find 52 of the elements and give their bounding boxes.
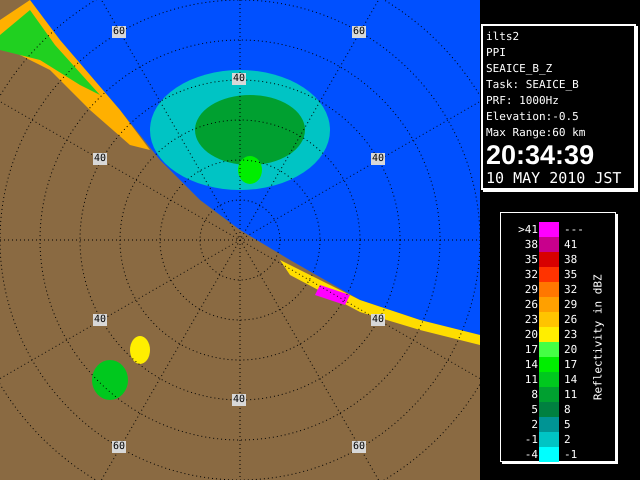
range-label: 40: [93, 314, 108, 326]
legend-low-value: 17: [524, 342, 539, 357]
legend-low-value: 29: [524, 282, 539, 297]
legend-high-value: 20: [563, 342, 578, 357]
range-label: 40: [371, 153, 386, 165]
legend-low-value: 20: [524, 327, 539, 342]
legend-high-value: 11: [563, 387, 578, 402]
legend-low-value: 5: [530, 402, 539, 417]
legend-high-value: 26: [563, 312, 578, 327]
range-label: 40: [371, 314, 386, 326]
legend-low-value: -4: [524, 447, 539, 462]
range-label: 40: [93, 153, 108, 165]
range-label: 60: [352, 26, 366, 38]
info-text: ilts2: [486, 29, 520, 45]
legend-low-value: 38: [524, 237, 539, 252]
legend-high-value: 32: [563, 282, 578, 297]
legend-low-value: 35: [524, 252, 539, 267]
legend-title: Reflectivity in dBZ: [590, 274, 606, 400]
legend-low-value: -1: [524, 432, 539, 447]
legend-high-value: 41: [563, 237, 578, 252]
range-label: 60: [112, 441, 126, 453]
date-text: 10 MAY 2010 JST: [486, 169, 622, 187]
legend-low-value: >41: [517, 222, 539, 237]
legend-high-value: 38: [563, 252, 578, 267]
legend-high-value: 35: [563, 267, 578, 282]
legend-high-value: 8: [563, 402, 572, 417]
legend-low-value: 14: [524, 357, 539, 372]
range-label: 60: [352, 441, 366, 453]
legend-high-value: ---: [563, 222, 585, 237]
info-text: Task: SEAICE_B: [486, 77, 580, 93]
info-text: PRF: 1000Hz: [486, 93, 560, 109]
info-text: Elevation:-0.5: [486, 109, 580, 125]
range-label: 40: [232, 73, 246, 85]
legend-low-value: 23: [524, 312, 539, 327]
info-text: PPI: [486, 45, 507, 61]
info-text: Max Range:60 km: [486, 125, 586, 141]
time-text: 20:34:39: [486, 141, 596, 169]
legend-low-value: 2: [530, 417, 539, 432]
range-label: 40: [232, 394, 246, 406]
legend-low-value: 8: [530, 387, 539, 402]
range-label: 60: [112, 26, 126, 38]
legend-low-value: 32: [524, 267, 539, 282]
legend-high-value: 17: [563, 357, 578, 372]
legend-high-value: 2: [563, 432, 572, 447]
info-text: SEAICE_B_Z: [486, 61, 554, 77]
legend-low-value: 11: [524, 372, 539, 387]
legend-low-value: 26: [524, 297, 539, 312]
legend-high-value: 14: [563, 372, 578, 387]
legend-high-value: 5: [563, 417, 572, 432]
legend-high-value: -1: [563, 447, 578, 462]
legend-high-value: 23: [563, 327, 578, 342]
legend-high-value: 29: [563, 297, 578, 312]
